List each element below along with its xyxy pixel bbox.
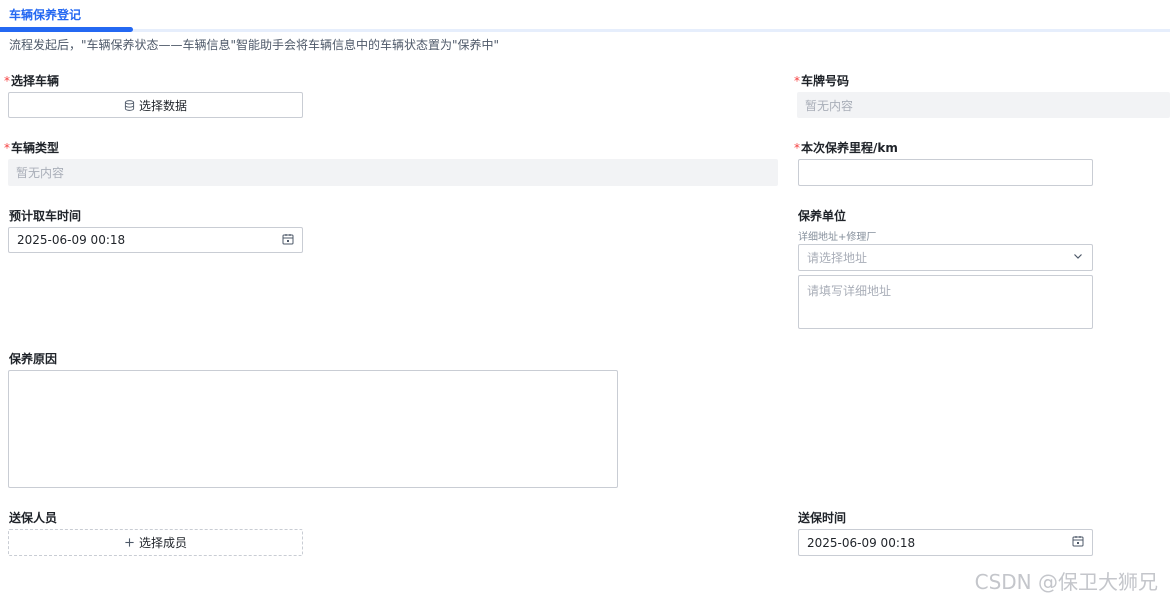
vehicle-label: *选择车辆 [4, 72, 59, 89]
plus-icon [124, 537, 135, 548]
address-detail-placeholder: 请填写详细地址 [807, 284, 892, 298]
reason-label: 保养原因 [9, 352, 58, 366]
send-time-picker[interactable]: 2025-06-09 00:18 [798, 529, 1093, 556]
mileage-label: *本次保养里程/km [794, 139, 898, 156]
vehicle-type-label: *车辆类型 [4, 139, 59, 156]
mileage-input[interactable] [798, 159, 1093, 186]
form-description: 流程发起后，"车辆保养状态——车辆信息"智能助手会将车辆信息中的车辆状态置为"保… [9, 38, 500, 52]
required-mark: * [794, 74, 800, 88]
vehicle-label-text: 选择车辆 [11, 74, 60, 88]
calendar-icon[interactable] [1072, 535, 1084, 550]
pickup-time-label: 预计取车时间 [9, 209, 82, 223]
address-detail-textarea[interactable]: 请填写详细地址 [798, 275, 1093, 329]
select-member-label: 选择成员 [138, 536, 187, 550]
pickup-time-picker[interactable]: 2025-06-09 00:18 [8, 227, 303, 253]
tab-vehicle-maintenance[interactable]: 车辆保养登记 [9, 6, 81, 23]
select-member-button[interactable]: 选择成员 [8, 529, 303, 556]
plate-label: *车牌号码 [794, 72, 849, 89]
send-time-value: 2025-06-09 00:18 [807, 535, 916, 550]
required-mark: * [4, 141, 10, 155]
pickup-time-value: 2025-06-09 00:18 [17, 233, 126, 247]
select-data-label: 选择数据 [138, 98, 187, 113]
chevron-down-icon[interactable] [1072, 250, 1084, 265]
sender-label: 送保人员 [9, 511, 58, 525]
required-mark: * [4, 74, 10, 88]
send-time-label: 送保时间 [798, 511, 847, 525]
tab-underline [0, 29, 1170, 32]
vehicle-type-value: 暂无内容 [16, 166, 65, 180]
tab-active-indicator [0, 27, 133, 32]
service-unit-label: 保养单位 [798, 209, 847, 223]
address-select[interactable]: 请选择地址 [798, 244, 1093, 271]
reason-textarea[interactable] [8, 370, 618, 488]
watermark: CSDN @保卫大狮兄 [974, 570, 1158, 594]
calendar-icon[interactable] [282, 233, 294, 248]
vehicle-type-field: 暂无内容 [8, 159, 778, 186]
database-icon [124, 99, 135, 111]
address-select-placeholder: 请选择地址 [807, 251, 868, 265]
mileage-label-text: 本次保养里程/km [801, 141, 898, 155]
select-data-button[interactable]: 选择数据 [8, 92, 303, 118]
plate-label-text: 车牌号码 [801, 74, 850, 88]
service-unit-hint: 详细地址+修理厂 [798, 232, 877, 243]
plate-field: 暂无内容 [797, 92, 1170, 118]
required-mark: * [794, 141, 800, 155]
vehicle-type-label-text: 车辆类型 [11, 141, 60, 155]
plate-value: 暂无内容 [805, 98, 854, 113]
